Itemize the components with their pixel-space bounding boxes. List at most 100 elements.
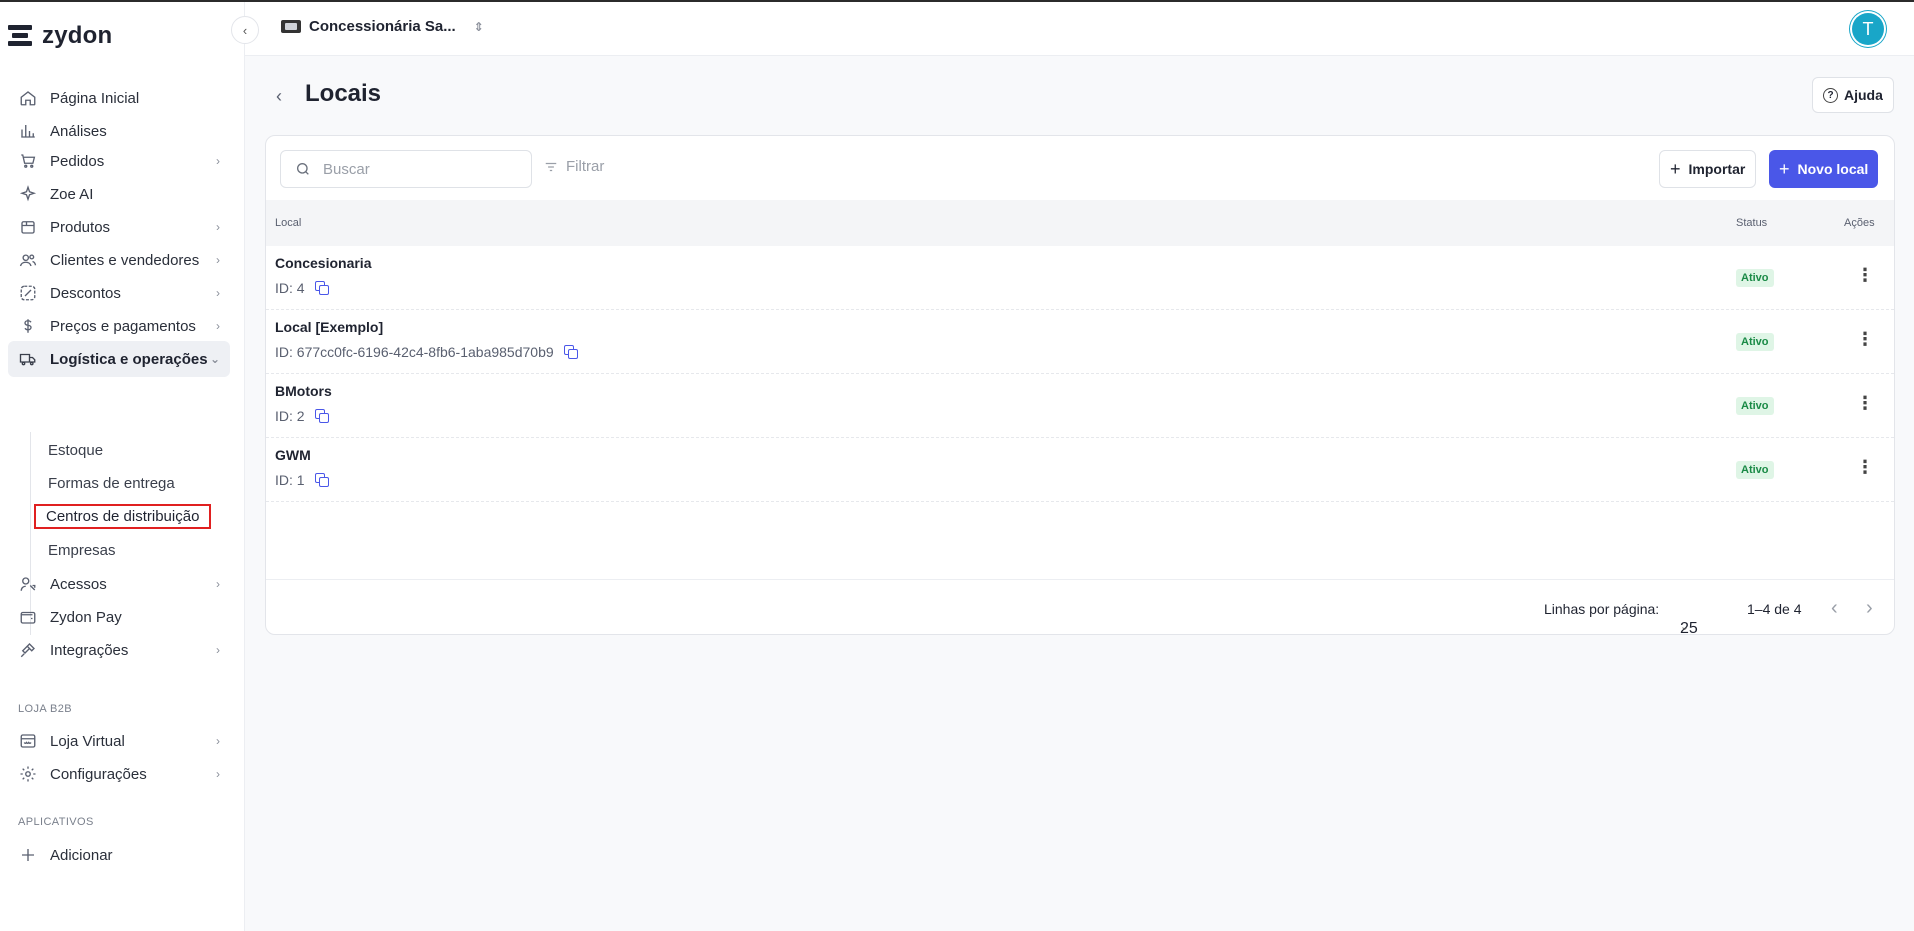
sidebar-item-clients[interactable]: Clientes e vendedores › [8,242,230,278]
chevron-right-icon: › [216,253,220,267]
status-badge: Ativo [1736,461,1774,479]
table-row[interactable]: BMotors ID: 2 Ativo ⋮ [266,374,1894,438]
org-name: Concessionária Sa... [309,18,456,35]
brand-logo[interactable]: zydon [8,20,112,52]
user-avatar[interactable]: T [1852,13,1884,45]
location-id-text: ID: 4 [275,280,305,296]
table-row[interactable]: GWM ID: 1 Ativo ⋮ [266,438,1894,502]
sidebar-item-orders[interactable]: Pedidos › [8,143,230,179]
locations-card: Filtrar + Importar + Novo local Local St… [265,135,1895,637]
plus-icon: + [1670,158,1681,179]
zydon-logo-icon [8,23,34,49]
home-icon [18,88,38,108]
location-id-text: ID: 2 [275,408,305,424]
org-logo-icon [281,20,301,33]
sparkle-icon [18,184,38,204]
access-icon [18,574,38,594]
table-row[interactable]: Local [Exemplo] ID: 677cc0fc-6196-42c4-8… [266,310,1894,374]
copy-icon[interactable] [563,345,578,359]
sidebar-item-label: Análises [50,122,107,140]
kebab-menu-icon[interactable]: ⋮ [1856,266,1874,284]
section-label-apps: APLICATIVOS [18,816,94,828]
sidebar-item-integrations[interactable]: Integrações › [8,632,230,668]
chevron-right-icon: › [216,154,220,168]
chevron-right-icon: › [216,734,220,748]
sidebar-item-access[interactable]: Acessos › [8,566,230,602]
gear-icon [18,764,38,784]
status-badge: Ativo [1736,397,1774,415]
sidebar-item-label: Produtos [50,218,111,236]
sidebar-item-store[interactable]: Loja Virtual › [8,723,230,759]
submenu-item-companies[interactable]: Empresas [48,542,116,559]
sidebar-item-settings[interactable]: Configurações › [8,756,230,792]
chevron-right-icon: › [216,643,220,657]
table-pagination: Linhas por página: 25 ⌄ 1–4 de 4 ‹ › [266,579,1894,637]
new-location-button[interactable]: + Novo local [1769,150,1879,188]
sidebar-item-add-app[interactable]: Adicionar [8,837,230,873]
sidebar-item-label: Loja Virtual [50,732,125,750]
collapse-sidebar-button[interactable]: ‹ [231,16,259,44]
sidebar-item-label: Preços e pagamentos [50,317,196,335]
sidebar-item-label: Clientes e vendedores [50,251,200,269]
search-input[interactable] [323,160,503,178]
discount-icon [18,283,38,303]
org-switcher[interactable]: Concessionária Sa... ⇕ [281,18,484,35]
help-button[interactable]: ? Ajuda [1812,77,1894,113]
location-name: Local [Exemplo] [275,319,384,335]
submenu-item-delivery[interactable]: Formas de entrega [48,475,175,492]
status-badge: Ativo [1736,269,1774,287]
location-name: Concesionaria [275,255,372,271]
filter-button[interactable]: Filtrar [544,158,604,175]
chevron-right-icon: › [216,577,220,591]
submenu-item-stock[interactable]: Estoque [48,442,103,459]
location-id-text: ID: 677cc0fc-6196-42c4-8fb6-1aba985d70b9 [275,344,554,360]
location-id: ID: 4 [275,280,329,296]
back-arrow-icon[interactable]: ‹ [276,86,282,107]
location-id: ID: 677cc0fc-6196-42c4-8fb6-1aba985d70b9 [275,344,578,360]
sidebar-item-label: Configurações [50,765,147,783]
kebab-menu-icon[interactable]: ⋮ [1856,330,1874,348]
sidebar-item-prices[interactable]: Preços e pagamentos › [8,308,230,344]
plus-icon [18,845,38,865]
submenu-item-distribution-centers[interactable]: Centros de distribuição [34,504,212,529]
rows-per-page-label: Linhas por página: [1544,601,1660,617]
help-circle-icon: ? [1823,87,1838,103]
column-header-local[interactable]: Local [275,217,301,229]
page-title: Locais [305,80,382,107]
box-icon [18,217,38,237]
table-header: Local Status Ações [266,200,1894,246]
import-label: Importar [1688,161,1746,177]
sidebar-item-home[interactable]: Página Inicial [8,80,230,116]
filter-label: Filtrar [566,158,605,175]
kebab-menu-icon[interactable]: ⋮ [1856,394,1874,412]
copy-icon[interactable] [314,473,329,487]
copy-icon[interactable] [314,409,329,423]
plug-icon [18,640,38,660]
chevron-right-icon: › [216,319,220,333]
section-label-b2b: LOJA B2B [18,703,72,715]
kebab-menu-icon[interactable]: ⋮ [1856,458,1874,476]
sidebar-item-label: Zydon Pay [50,608,122,626]
status-badge: Ativo [1736,333,1774,351]
column-header-status[interactable]: Status [1736,217,1767,229]
location-id-text: ID: 1 [275,472,305,488]
filter-icon [545,162,557,171]
copy-icon[interactable] [314,281,329,295]
import-button[interactable]: + Importar [1659,150,1757,188]
search-box[interactable] [280,150,532,188]
sidebar-item-label: Integrações [50,641,129,659]
sidebar-item-products[interactable]: Produtos › [8,209,230,245]
sidebar-item-logistics[interactable]: Logística e operações ⌄ [8,341,230,377]
location-name: GWM [275,447,311,463]
sidebar-item-zoe-ai[interactable]: Zoe AI [8,176,230,212]
pagination-range: 1–4 de 4 [1747,601,1802,617]
next-page-icon[interactable]: › [1866,597,1873,620]
sidebar-item-zydon-pay[interactable]: Zydon Pay [8,599,230,635]
prev-page-icon[interactable]: ‹ [1831,597,1838,620]
column-header-actions: Ações [1844,217,1875,229]
sidebar-item-discounts[interactable]: Descontos › [8,275,230,311]
cart-icon [18,151,38,171]
users-icon [18,250,38,270]
chevron-down-icon: ⌄ [1680,621,1690,633]
table-row[interactable]: Concesionaria ID: 4 Ativo ⋮ [266,246,1894,310]
